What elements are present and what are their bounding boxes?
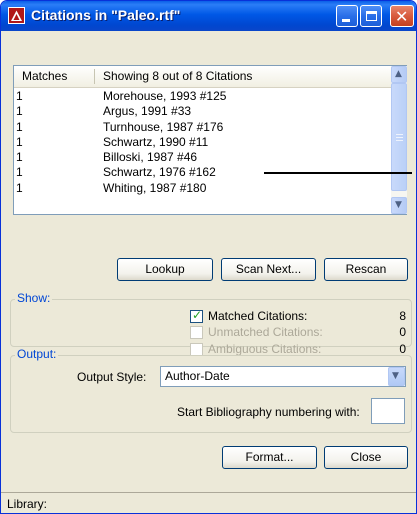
format-button[interactable]: Format... bbox=[222, 446, 317, 469]
column-header-citations[interactable]: Showing 8 out of 8 Citations bbox=[103, 69, 252, 83]
match-count: 1 bbox=[16, 119, 23, 134]
column-divider[interactable] bbox=[94, 69, 95, 84]
unmatched-citations-checkbox[interactable] bbox=[190, 326, 203, 339]
output-group-title: Output: bbox=[15, 347, 59, 361]
unmatched-citations-count: 0 bbox=[399, 325, 406, 339]
chevron-down-icon: ▼ bbox=[392, 371, 399, 381]
list-item[interactable]: 1 Turnhouse, 1987 #176 bbox=[14, 120, 391, 135]
chevron-down-icon: ▼ bbox=[395, 200, 402, 210]
close-window-button[interactable]: ✕ bbox=[390, 5, 414, 27]
list-item[interactable]: 1 Morehouse, 1993 #125 bbox=[14, 89, 391, 104]
grip-line bbox=[396, 137, 403, 138]
scroll-thumb[interactable] bbox=[391, 83, 407, 191]
output-style-label: Output Style: bbox=[77, 370, 147, 384]
scroll-down-button[interactable]: ▼ bbox=[391, 197, 407, 214]
grip-line bbox=[396, 134, 403, 135]
list-rows: 1 Morehouse, 1993 #125 1 Argus, 1991 #33… bbox=[14, 89, 391, 214]
check-icon: ✓ bbox=[192, 308, 203, 322]
minimize-icon bbox=[342, 19, 350, 22]
title-bar[interactable]: Citations in "Paleo.rtf" ✕ bbox=[1, 1, 416, 31]
matched-citations-checkbox[interactable]: ✓ bbox=[190, 308, 203, 323]
matched-citations-count: 8 bbox=[399, 309, 406, 323]
list-item[interactable]: 1 Whiting, 1987 #180 bbox=[14, 181, 391, 196]
output-style-value: Author-Date bbox=[165, 369, 230, 383]
citation-text: Whiting, 1987 #180 bbox=[103, 180, 207, 195]
rescan-button[interactable]: Rescan bbox=[324, 258, 408, 281]
app-icon bbox=[8, 7, 25, 24]
match-count: 1 bbox=[16, 134, 23, 149]
list-item[interactable]: 1 Billoski, 1987 #46 bbox=[14, 150, 391, 165]
lookup-button[interactable]: Lookup bbox=[117, 258, 213, 281]
status-bar: Library: bbox=[1, 492, 416, 513]
ambiguous-citations-count: 0 bbox=[399, 342, 406, 356]
list-header: Matches Showing 8 out of 8 Citations bbox=[14, 66, 391, 88]
list-item[interactable]: 1 Argus, 1991 #33 bbox=[14, 104, 391, 119]
match-count: 1 bbox=[16, 180, 23, 195]
citation-text: Morehouse, 1993 #125 bbox=[103, 89, 227, 103]
status-text: Library: bbox=[7, 497, 48, 511]
close-button[interactable]: Close bbox=[324, 446, 408, 469]
list-scrollbar[interactable]: ▲ ▼ bbox=[391, 66, 407, 214]
list-item[interactable]: 1 Schwartz, 1990 #11 bbox=[14, 135, 391, 150]
numbering-start-label: Start Bibliography numbering with: bbox=[177, 405, 360, 419]
scan-next-button[interactable]: Scan Next... bbox=[221, 258, 316, 281]
pointer-line bbox=[264, 172, 412, 174]
output-style-dropdown-button[interactable]: ▼ bbox=[388, 367, 405, 386]
matched-citations-label: Matched Citations: bbox=[208, 309, 308, 323]
grip-line bbox=[396, 140, 403, 141]
match-count: 1 bbox=[16, 104, 23, 119]
maximize-icon bbox=[366, 11, 377, 21]
unmatched-citations-label: Unmatched Citations: bbox=[208, 325, 323, 339]
column-header-matches[interactable]: Matches bbox=[22, 69, 67, 83]
show-group bbox=[10, 299, 412, 347]
numbering-start-input[interactable] bbox=[371, 398, 405, 424]
scroll-up-button[interactable]: ▲ bbox=[391, 66, 407, 83]
close-icon: ✕ bbox=[395, 7, 409, 26]
minimize-button[interactable] bbox=[336, 5, 358, 27]
citation-text: Argus, 1991 #33 bbox=[103, 104, 192, 119]
citation-text: Billoski, 1987 #46 bbox=[103, 150, 198, 165]
citation-text: Schwartz, 1990 #11 bbox=[103, 134, 209, 149]
window-title: Citations in "Paleo.rtf" bbox=[31, 7, 181, 23]
citation-text: Turnhouse, 1987 #176 bbox=[103, 119, 224, 134]
citations-window: Citations in "Paleo.rtf" ✕ Matches Showi… bbox=[0, 0, 417, 514]
chevron-up-icon: ▲ bbox=[395, 69, 402, 79]
match-count: 1 bbox=[16, 165, 23, 180]
show-group-title: Show: bbox=[15, 291, 53, 305]
maximize-button[interactable] bbox=[360, 5, 382, 27]
citation-text: Schwartz, 1976 #162 bbox=[103, 165, 216, 180]
ambiguous-citations-label: Ambiguous Citations: bbox=[208, 342, 322, 356]
citations-list[interactable]: Matches Showing 8 out of 8 Citations 1 M… bbox=[13, 65, 407, 215]
match-count: 1 bbox=[16, 89, 23, 103]
output-style-select[interactable]: Author-Date ▼ bbox=[160, 366, 406, 387]
match-count: 1 bbox=[16, 150, 23, 165]
